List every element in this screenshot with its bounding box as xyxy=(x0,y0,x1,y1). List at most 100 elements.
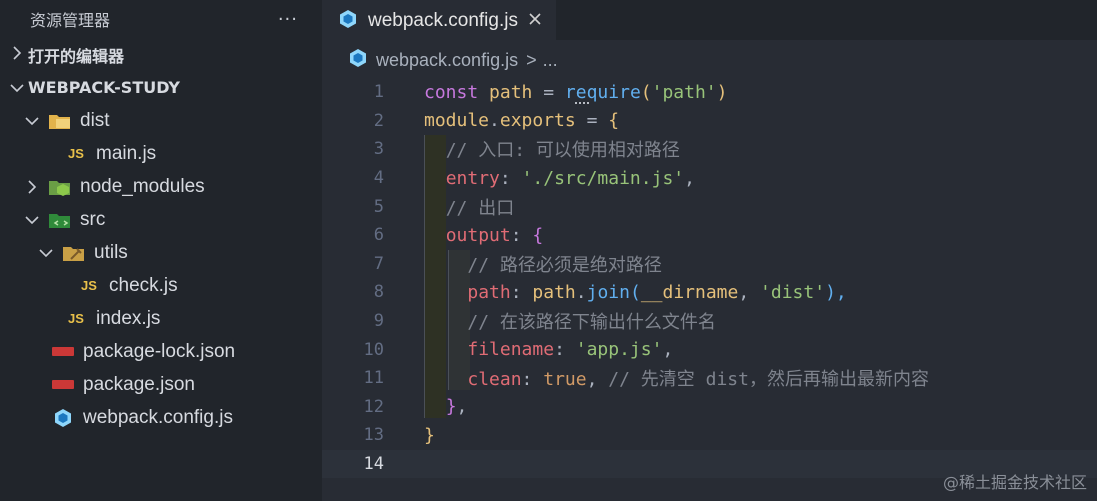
npm-icon xyxy=(51,342,75,362)
js-file-icon: JS xyxy=(81,278,97,293)
code-area[interactable]: 1 const path = require('path') 2 module.… xyxy=(322,78,1097,479)
chevron-down-icon xyxy=(24,215,40,225)
webpack-icon xyxy=(51,408,75,428)
tree-item-package-lock[interactable]: package-lock.json xyxy=(0,335,322,368)
folder-node-icon xyxy=(48,177,72,197)
editor-pane: webpack.config.js webpack.config.js > ..… xyxy=(322,0,1097,501)
tree-item-dist[interactable]: dist xyxy=(0,104,322,137)
line-number: 13 xyxy=(363,425,384,446)
chevron-down-icon xyxy=(38,248,54,258)
token: { xyxy=(608,110,620,132)
token: path xyxy=(467,281,511,303)
js-file-icon: JS xyxy=(68,146,84,161)
token: module xyxy=(424,110,490,132)
token: join xyxy=(586,281,630,303)
comment: // 在该路径下输出什么文件名 xyxy=(467,312,716,334)
code-line: 2 module.exports = { xyxy=(322,107,1097,136)
token: = xyxy=(586,110,598,132)
code-line: 3 // 入口: 可以使用相对路径 xyxy=(322,135,1097,164)
code-line: 13 } xyxy=(322,421,1097,450)
tree-item-label: main.js xyxy=(96,142,157,164)
folder-src-icon xyxy=(48,210,72,230)
token: } xyxy=(445,396,457,418)
line-number: 1 xyxy=(373,82,384,103)
chevron-down-icon xyxy=(24,116,40,126)
more-actions-icon[interactable]: ··· xyxy=(278,9,298,30)
webpack-icon xyxy=(338,9,358,33)
tab-bar: webpack.config.js xyxy=(322,0,1097,40)
token: { xyxy=(532,224,544,246)
token: exports xyxy=(499,110,576,132)
token: 'dist' xyxy=(760,281,826,303)
open-editors-label: 打开的编辑器 xyxy=(28,46,125,66)
code-line: 7 // 路径必须是绝对路径 xyxy=(322,250,1097,279)
token: . xyxy=(575,281,587,303)
breadcrumb-file[interactable]: webpack.config.js xyxy=(376,50,518,71)
explorer-header: 资源管理器 ··· xyxy=(0,0,322,38)
code-line: 1 const path = require('path') xyxy=(322,78,1097,107)
npm-icon xyxy=(51,375,75,395)
tree-item-webpack-config[interactable]: webpack.config.js xyxy=(0,401,322,434)
token: const xyxy=(424,81,479,103)
folder-utils-icon xyxy=(62,243,86,263)
tree-item-label: webpack.config.js xyxy=(83,406,233,428)
tree-item-label: dist xyxy=(80,109,110,131)
token: , xyxy=(456,396,468,418)
open-editors-section[interactable]: 打开的编辑器 xyxy=(0,38,322,71)
token: , xyxy=(684,167,695,189)
token: './src/main.js' xyxy=(521,167,685,189)
line-number: 12 xyxy=(363,396,384,417)
project-section[interactable]: WEBPACK-STUDY xyxy=(0,71,322,104)
line-number: 10 xyxy=(363,339,384,360)
tree-item-node-modules[interactable]: node_modules xyxy=(0,170,322,203)
tree-item-utils[interactable]: utils xyxy=(0,236,322,269)
chevron-right-icon xyxy=(6,45,28,64)
token: , xyxy=(586,369,609,391)
token: , xyxy=(662,339,674,361)
line-number: 8 xyxy=(373,282,384,303)
token: : xyxy=(521,369,544,391)
code-line: 9 // 在该路径下输出什么文件名 xyxy=(322,307,1097,336)
token: ) xyxy=(716,81,728,103)
tree-item-index-js[interactable]: JS index.js xyxy=(0,302,322,335)
token: ( xyxy=(640,81,652,103)
comment: // 先清空 dist，然后再输出最新内容 xyxy=(608,369,929,391)
token: 'app.js' xyxy=(575,339,663,361)
code-line: 8 path: path.join(__dirname, 'dist'), xyxy=(322,278,1097,307)
line-number: 9 xyxy=(373,311,384,332)
line-number: 14 xyxy=(363,454,384,475)
breadcrumb: webpack.config.js > ... xyxy=(322,40,1097,80)
code-line: 5 // 出口 xyxy=(322,192,1097,221)
line-number: 3 xyxy=(373,139,384,160)
tree-item-package-json[interactable]: package.json xyxy=(0,368,322,401)
folder-dist-icon xyxy=(48,111,72,131)
token: ), xyxy=(825,281,847,303)
tree-item-label: package-lock.json xyxy=(83,340,236,362)
breadcrumb-symbols[interactable]: ... xyxy=(543,50,558,71)
token: . xyxy=(489,110,500,132)
token: true xyxy=(543,369,587,391)
line-number: 6 xyxy=(373,225,384,246)
close-icon[interactable] xyxy=(528,10,542,31)
tree-item-check-js[interactable]: JS check.js xyxy=(0,269,322,302)
comment: // 入口: 可以使用相对路径 xyxy=(445,140,680,162)
tab-webpack-config[interactable]: webpack.config.js xyxy=(322,0,556,40)
code-line: 12 }, xyxy=(322,393,1097,422)
hint-dots xyxy=(575,100,589,104)
token: , xyxy=(738,281,761,303)
token: : xyxy=(499,167,522,189)
tree-item-label: utils xyxy=(94,241,128,263)
tree-item-main-js[interactable]: JS main.js xyxy=(0,137,322,170)
token: filename xyxy=(467,339,555,361)
line-number: 2 xyxy=(373,110,384,131)
webpack-icon xyxy=(348,48,368,73)
tree-item-label: node_modules xyxy=(80,175,205,197)
tree-item-src[interactable]: src xyxy=(0,203,322,236)
token: ( xyxy=(629,281,641,303)
chevron-right-icon xyxy=(24,179,40,194)
code-line: 11 clean: true, // 先清空 dist，然后再输出最新内容 xyxy=(322,364,1097,393)
project-label: WEBPACK-STUDY xyxy=(28,78,180,97)
tree-item-label: package.json xyxy=(83,373,195,395)
token: } xyxy=(424,424,435,446)
token: path xyxy=(489,81,533,103)
